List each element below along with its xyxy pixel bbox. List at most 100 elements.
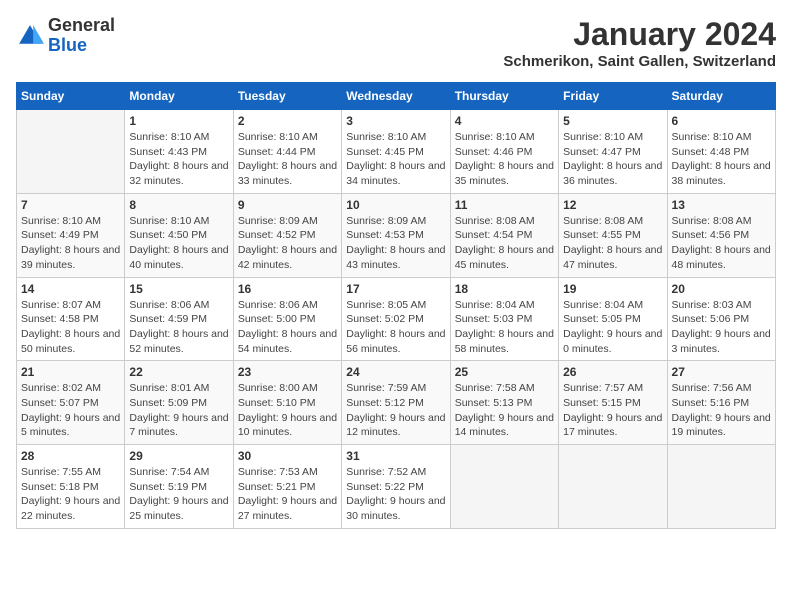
day-number: 29 [129,449,228,463]
day-info: Sunrise: 8:09 AMSunset: 4:53 PMDaylight:… [346,214,445,273]
day-cell: 30 Sunrise: 7:53 AMSunset: 5:21 PMDayligh… [233,445,341,529]
day-number: 22 [129,365,228,379]
week-row-1: 1 Sunrise: 8:10 AMSunset: 4:43 PMDaylight… [17,110,776,194]
day-cell: 18 Sunrise: 8:04 AMSunset: 5:03 PMDayligh… [450,277,558,361]
day-number: 1 [129,114,228,128]
weekday-header-tuesday: Tuesday [233,83,341,110]
day-info: Sunrise: 8:10 AMSunset: 4:48 PMDaylight:… [672,130,771,189]
day-cell: 6 Sunrise: 8:10 AMSunset: 4:48 PMDaylight… [667,110,775,194]
weekday-header-sunday: Sunday [17,83,125,110]
day-number: 17 [346,282,445,296]
day-number: 24 [346,365,445,379]
day-cell: 21 Sunrise: 8:02 AMSunset: 5:07 PMDayligh… [17,361,125,445]
day-number: 26 [563,365,662,379]
week-row-2: 7 Sunrise: 8:10 AMSunset: 4:49 PMDaylight… [17,193,776,277]
day-number: 19 [563,282,662,296]
day-number: 9 [238,198,337,212]
day-info: Sunrise: 8:07 AMSunset: 4:58 PMDaylight:… [21,298,120,357]
weekday-header-friday: Friday [559,83,667,110]
day-info: Sunrise: 8:10 AMSunset: 4:50 PMDaylight:… [129,214,228,273]
day-number: 6 [672,114,771,128]
day-cell [667,445,775,529]
day-number: 28 [21,449,120,463]
day-cell: 15Sunrise: 8:06 AMSunset: 4:59 PMDayligh… [125,277,233,361]
weekday-header-saturday: Saturday [667,83,775,110]
logo: General Blue [16,16,115,56]
day-number: 12 [563,198,662,212]
day-info: Sunrise: 8:06 AMSunset: 5:00 PMDaylight:… [238,298,337,357]
day-number: 2 [238,114,337,128]
day-info: Sunrise: 8:10 AMSunset: 4:44 PMDaylight:… [238,130,337,189]
day-cell: 19 Sunrise: 8:04 AMSunset: 5:05 PMDayligh… [559,277,667,361]
day-info: Sunrise: 8:10 AMSunset: 4:46 PMDaylight:… [455,130,554,189]
day-number: 8 [129,198,228,212]
day-number: 3 [346,114,445,128]
day-info: Sunrise: 8:08 AMSunset: 4:55 PMDaylight:… [563,214,662,273]
week-row-3: 14 Sunrise: 8:07 AMSunset: 4:58 PMDayligh… [17,277,776,361]
location-subtitle: Schmerikon, Saint Gallen, Switzerland [503,53,776,70]
day-cell: 14 Sunrise: 8:07 AMSunset: 4:58 PMDayligh… [17,277,125,361]
day-info: Sunrise: 8:08 AMSunset: 4:56 PMDaylight:… [672,214,771,273]
day-cell: 1 Sunrise: 8:10 AMSunset: 4:43 PMDaylight… [125,110,233,194]
day-cell: 9 Sunrise: 8:09 AMSunset: 4:52 PMDaylight… [233,193,341,277]
day-number: 25 [455,365,554,379]
day-cell: 29 Sunrise: 7:54 AMSunset: 5:19 PMDayligh… [125,445,233,529]
day-number: 16 [238,282,337,296]
week-row-4: 21 Sunrise: 8:02 AMSunset: 5:07 PMDayligh… [17,361,776,445]
day-cell: 31 Sunrise: 7:52 AMSunset: 5:22 PMDayligh… [342,445,450,529]
day-cell: 25 Sunrise: 7:58 AMSunset: 5:13 PMDayligh… [450,361,558,445]
day-cell: 26Sunrise: 7:57 AMSunset: 5:15 PMDayligh… [559,361,667,445]
day-cell: 7 Sunrise: 8:10 AMSunset: 4:49 PMDaylight… [17,193,125,277]
day-info: Sunrise: 8:08 AMSunset: 4:54 PMDaylight:… [455,214,554,273]
day-cell [450,445,558,529]
day-number: 20 [672,282,771,296]
day-cell: 23Sunrise: 8:00 AMSunset: 5:10 PMDayligh… [233,361,341,445]
day-cell: 11 Sunrise: 8:08 AMSunset: 4:54 PMDayligh… [450,193,558,277]
day-info: Sunrise: 8:09 AMSunset: 4:52 PMDaylight:… [238,214,337,273]
day-info: Sunrise: 8:00 AMSunset: 5:10 PMDaylight:… [238,381,337,440]
day-cell: 10 Sunrise: 8:09 AMSunset: 4:53 PMDayligh… [342,193,450,277]
day-info: Sunrise: 7:56 AMSunset: 5:16 PMDaylight:… [672,381,771,440]
day-number: 31 [346,449,445,463]
day-cell: 27Sunrise: 7:56 AMSunset: 5:16 PMDayligh… [667,361,775,445]
day-number: 7 [21,198,120,212]
day-info: Sunrise: 8:02 AMSunset: 5:07 PMDaylight:… [21,381,120,440]
day-info: Sunrise: 8:10 AMSunset: 4:43 PMDaylight:… [129,130,228,189]
day-cell: 17Sunrise: 8:05 AMSunset: 5:02 PMDayligh… [342,277,450,361]
day-info: Sunrise: 7:54 AMSunset: 5:19 PMDaylight:… [129,465,228,524]
day-info: Sunrise: 7:55 AMSunset: 5:18 PMDaylight:… [21,465,120,524]
calendar-table: SundayMondayTuesdayWednesdayThursdayFrid… [16,82,776,529]
weekday-header-thursday: Thursday [450,83,558,110]
day-cell: 24 Sunrise: 7:59 AMSunset: 5:12 PMDayligh… [342,361,450,445]
day-number: 10 [346,198,445,212]
day-cell: 20 Sunrise: 8:03 AMSunset: 5:06 PMDayligh… [667,277,775,361]
day-number: 30 [238,449,337,463]
day-info: Sunrise: 8:10 AMSunset: 4:49 PMDaylight:… [21,214,120,273]
week-row-5: 28 Sunrise: 7:55 AMSunset: 5:18 PMDayligh… [17,445,776,529]
day-number: 15 [129,282,228,296]
day-info: Sunrise: 7:52 AMSunset: 5:22 PMDaylight:… [346,465,445,524]
day-number: 11 [455,198,554,212]
day-info: Sunrise: 8:10 AMSunset: 4:45 PMDaylight:… [346,130,445,189]
day-cell: 5Sunrise: 8:10 AMSunset: 4:47 PMDaylight… [559,110,667,194]
day-info: Sunrise: 8:04 AMSunset: 5:05 PMDaylight:… [563,298,662,357]
weekday-header-wednesday: Wednesday [342,83,450,110]
day-info: Sunrise: 7:53 AMSunset: 5:21 PMDaylight:… [238,465,337,524]
day-info: Sunrise: 7:59 AMSunset: 5:12 PMDaylight:… [346,381,445,440]
weekday-header-monday: Monday [125,83,233,110]
day-info: Sunrise: 8:03 AMSunset: 5:06 PMDaylight:… [672,298,771,357]
day-info: Sunrise: 8:01 AMSunset: 5:09 PMDaylight:… [129,381,228,440]
day-info: Sunrise: 8:10 AMSunset: 4:47 PMDaylight:… [563,130,662,189]
month-title: January 2024 [503,16,776,53]
title-block: January 2024 Schmerikon, Saint Gallen, S… [503,16,776,70]
day-info: Sunrise: 7:58 AMSunset: 5:13 PMDaylight:… [455,381,554,440]
day-number: 14 [21,282,120,296]
day-number: 18 [455,282,554,296]
day-number: 21 [21,365,120,379]
day-cell: 12 Sunrise: 8:08 AMSunset: 4:55 PMDayligh… [559,193,667,277]
logo-text: General Blue [48,16,115,56]
page-header: General Blue January 2024 Schmerikon, Sa… [16,16,776,70]
day-info: Sunrise: 8:04 AMSunset: 5:03 PMDaylight:… [455,298,554,357]
day-cell: 22 Sunrise: 8:01 AMSunset: 5:09 PMDayligh… [125,361,233,445]
day-cell [559,445,667,529]
